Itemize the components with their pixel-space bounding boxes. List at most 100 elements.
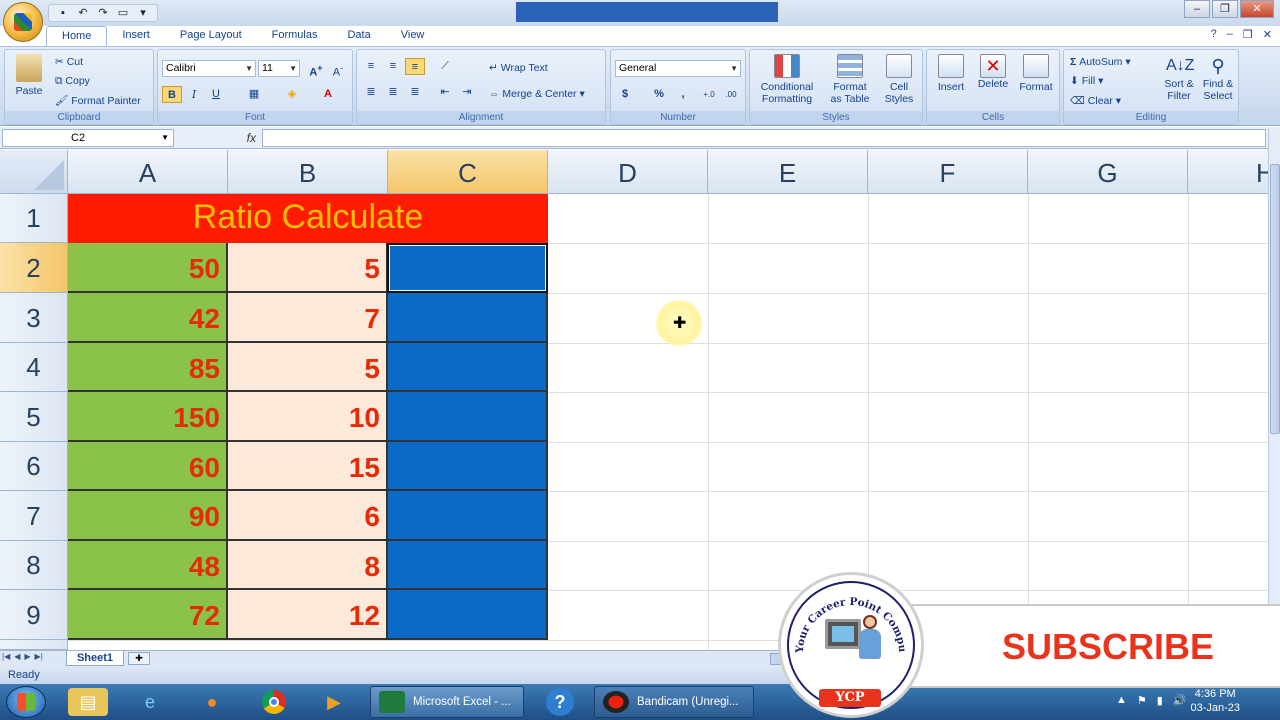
- active-cell-selection[interactable]: [387, 243, 548, 293]
- vertical-scrollbar[interactable]: [1268, 128, 1280, 650]
- first-sheet-icon[interactable]: |◀: [2, 652, 10, 661]
- clock[interactable]: 4:36 PM 03-Jan-23: [1190, 687, 1240, 715]
- increase-decimal-button[interactable]: +.0: [699, 86, 719, 103]
- next-sheet-icon[interactable]: ▶: [24, 652, 30, 661]
- chrome-icon[interactable]: [254, 688, 294, 716]
- cell-c8[interactable]: [388, 541, 548, 590]
- sort-filter-button[interactable]: A↓Z Sort & Filter: [1160, 54, 1198, 102]
- borders-icon[interactable]: ▦: [244, 86, 264, 103]
- format-as-table-button[interactable]: Format as Table: [824, 54, 876, 105]
- clear-button[interactable]: ⌫ Clear ▾: [1070, 95, 1121, 107]
- fill-button[interactable]: ⬇ Fill ▾: [1070, 75, 1103, 87]
- column-header-c[interactable]: C: [388, 150, 548, 194]
- row-header-2[interactable]: 2: [0, 243, 68, 293]
- column-header-e[interactable]: E: [708, 150, 868, 194]
- cell-c6[interactable]: [388, 442, 548, 491]
- column-header-f[interactable]: F: [868, 150, 1028, 194]
- format-cells-button[interactable]: Format: [1015, 54, 1057, 93]
- cell-b5[interactable]: 10: [228, 392, 388, 442]
- cell-b9[interactable]: 12: [228, 590, 388, 640]
- row-header-9[interactable]: 9: [0, 590, 68, 640]
- cell-a9[interactable]: 72: [68, 590, 228, 640]
- cell-c3[interactable]: [388, 293, 548, 343]
- row-header-5[interactable]: 5: [0, 392, 68, 442]
- underline-button[interactable]: U: [206, 86, 226, 103]
- conditional-formatting-button[interactable]: Conditional Formatting: [754, 54, 820, 105]
- decrease-indent-icon[interactable]: ⇤: [435, 84, 455, 101]
- close-workbook-icon[interactable]: ✕: [1263, 28, 1272, 41]
- cell-c7[interactable]: [388, 491, 548, 541]
- currency-button[interactable]: $: [615, 86, 635, 103]
- row-header-4[interactable]: 4: [0, 343, 68, 392]
- column-header-g[interactable]: G: [1028, 150, 1188, 194]
- column-header-a[interactable]: A: [68, 150, 228, 194]
- comma-button[interactable]: ,: [673, 86, 693, 103]
- office-button[interactable]: [3, 2, 43, 42]
- show-hidden-icons-icon[interactable]: ▲: [1116, 694, 1127, 707]
- sheet-tab-sheet1[interactable]: Sheet1: [66, 651, 124, 666]
- row-header-1[interactable]: 1: [0, 194, 68, 243]
- merge-center-button[interactable]: ⇔ Merge & Center ▾: [489, 88, 585, 100]
- font-color-icon[interactable]: A: [318, 86, 338, 103]
- minimize-workbook-icon[interactable]: –: [1227, 28, 1233, 41]
- start-button[interactable]: [6, 686, 46, 718]
- wrap-text-button[interactable]: ↵ Wrap Text: [489, 62, 548, 74]
- column-header-h[interactable]: H: [1188, 150, 1268, 194]
- help-support-icon[interactable]: ?: [540, 688, 580, 716]
- row-header-10[interactable]: [0, 640, 68, 650]
- insert-cells-button[interactable]: Insert: [931, 54, 971, 93]
- minimize-button[interactable]: –: [1184, 0, 1210, 18]
- increase-indent-icon[interactable]: ⇥: [457, 84, 477, 101]
- cell-a7[interactable]: 90: [68, 491, 228, 541]
- file-explorer-icon[interactable]: ▤: [68, 688, 108, 716]
- help-icon[interactable]: ?: [1211, 28, 1217, 41]
- format-painter-button[interactable]: 🖌 Format Painter: [55, 95, 141, 107]
- select-all-button[interactable]: [0, 150, 68, 194]
- decrease-decimal-button[interactable]: .00: [721, 86, 741, 103]
- row-header-3[interactable]: 3: [0, 293, 68, 343]
- align-left-icon[interactable]: ≣: [361, 84, 381, 101]
- insert-sheet-icon[interactable]: ✚: [128, 652, 150, 665]
- tab-view[interactable]: View: [386, 26, 440, 46]
- align-right-icon[interactable]: ≣: [405, 84, 425, 101]
- save-icon[interactable]: ▪: [55, 7, 71, 20]
- align-top-icon[interactable]: ≡: [361, 58, 381, 75]
- cell-b4[interactable]: 5: [228, 343, 388, 392]
- tab-page-layout[interactable]: Page Layout: [165, 26, 257, 46]
- tab-formulas[interactable]: Formulas: [257, 26, 333, 46]
- cell-b3[interactable]: 7: [228, 293, 388, 343]
- font-name-select[interactable]: Calibri ▼: [162, 60, 256, 77]
- cell-b8[interactable]: 8: [228, 541, 388, 590]
- delete-cells-button[interactable]: ✕ Delete: [973, 54, 1013, 90]
- action-center-icon[interactable]: ⚑: [1137, 694, 1147, 707]
- align-middle-icon[interactable]: ≡: [383, 58, 403, 75]
- firefox-icon[interactable]: ●: [192, 688, 232, 716]
- copy-button[interactable]: ⧉ Copy: [55, 75, 90, 87]
- cell-a4[interactable]: 85: [68, 343, 228, 392]
- number-format-select[interactable]: General ▼: [615, 60, 741, 77]
- row-header-6[interactable]: 6: [0, 442, 68, 491]
- paste-button[interactable]: Paste: [11, 54, 47, 97]
- restore-workbook-icon[interactable]: ❐: [1243, 28, 1253, 41]
- cell-c5[interactable]: [388, 392, 548, 442]
- orientation-icon[interactable]: ⟋: [435, 58, 455, 75]
- cell-b7[interactable]: 6: [228, 491, 388, 541]
- network-icon[interactable]: ▮: [1157, 694, 1163, 707]
- font-size-select[interactable]: 11 ▼: [258, 60, 300, 77]
- taskbar-excel[interactable]: Microsoft Excel - ...: [370, 686, 524, 718]
- taskbar-bandicam[interactable]: Bandicam (Unregi...: [594, 686, 754, 718]
- bold-button[interactable]: B: [162, 86, 182, 103]
- italic-button[interactable]: I: [184, 86, 204, 103]
- cell-b6[interactable]: 15: [228, 442, 388, 491]
- cell-a5[interactable]: 150: [68, 392, 228, 442]
- find-select-button[interactable]: ⚲ Find & Select: [1198, 54, 1238, 102]
- tab-data[interactable]: Data: [332, 26, 385, 46]
- tab-insert[interactable]: Insert: [107, 26, 165, 46]
- fill-color-icon[interactable]: ◈: [282, 86, 302, 103]
- column-header-b[interactable]: B: [228, 150, 388, 194]
- tab-home[interactable]: Home: [46, 26, 108, 46]
- prev-sheet-icon[interactable]: ◀: [14, 652, 20, 661]
- cell-a6[interactable]: 60: [68, 442, 228, 491]
- cell-c4[interactable]: [388, 343, 548, 392]
- customize-qat-icon[interactable]: ▾: [135, 7, 151, 20]
